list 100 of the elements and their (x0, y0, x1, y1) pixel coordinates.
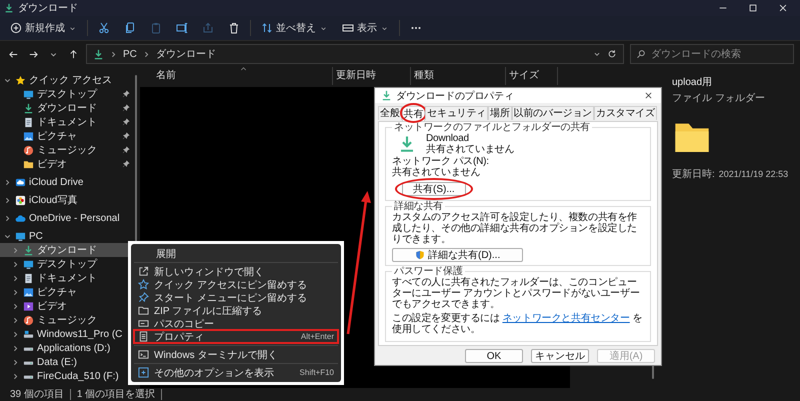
menu-item[interactable]: 新しいウィンドウで開く (134, 265, 338, 278)
terminal-icon (138, 349, 149, 360)
document-icon (138, 331, 149, 342)
scissors-icon (98, 22, 110, 34)
refresh-icon[interactable] (607, 49, 617, 59)
view-button[interactable]: 表示 (338, 18, 393, 38)
menu-item[interactable]: ZIP ファイルに圧縮する (134, 304, 338, 317)
field-label: ネットワーク パス(N): (392, 156, 490, 167)
chevron-right-icon[interactable] (3, 178, 12, 186)
trash-icon (228, 22, 240, 34)
drive-icon (23, 328, 34, 340)
chevron-right-icon[interactable] (11, 372, 20, 380)
external-link-icon (138, 266, 149, 277)
tab[interactable]: 以前のバージョン (512, 106, 594, 120)
download-icon (23, 102, 34, 114)
download-icon (381, 90, 392, 101)
plus-circle-icon (10, 22, 22, 34)
sort-button[interactable]: 並べ替え (257, 18, 332, 38)
new-button[interactable]: 新規作成 (6, 18, 81, 38)
sidebar-item[interactable]: OneDrive - Personal (0, 211, 134, 225)
selection-count: 1 個の項目を選択 (70, 389, 162, 400)
chevron-right-icon[interactable] (11, 316, 20, 324)
address-bar[interactable]: PC ダウンロード (86, 44, 624, 64)
share-status: 共有されていません (426, 144, 514, 155)
modified-date: 2021/11/19 22:53 (718, 169, 788, 179)
sidebar-item[interactable]: PC (0, 229, 134, 243)
column-header[interactable]: 更新日時 (333, 67, 411, 85)
download-icon (23, 244, 34, 256)
sidebar-item[interactable]: クイック アクセス (0, 73, 134, 87)
breadcrumb[interactable]: PC (123, 48, 137, 60)
breadcrumb[interactable]: ダウンロード (156, 47, 216, 61)
chevron-right-icon[interactable] (11, 344, 20, 352)
chevron-right-icon[interactable] (11, 260, 20, 268)
sidebar-item[interactable]: iCloud写真 (0, 193, 134, 207)
back-arrow-icon (8, 48, 18, 60)
chevron-right-icon[interactable] (11, 246, 20, 254)
share-button[interactable]: 共有(S)... (402, 182, 466, 196)
menu-item[interactable]: Windows ターミナルで開く (134, 348, 338, 361)
menu-item[interactable]: 展開 (134, 247, 338, 260)
share-icon (202, 22, 214, 34)
sidebar-item[interactable]: ピクチャ (0, 129, 134, 143)
shortcut-text: Shift+F10 (300, 368, 334, 377)
clipboard-icon (150, 22, 162, 34)
picture-icon (23, 130, 34, 142)
tab[interactable]: 場所 (488, 106, 512, 120)
chevron-right-icon[interactable] (3, 214, 12, 222)
network-center-link[interactable]: ネットワークと共有センター (502, 313, 630, 324)
instruction-text: この設定を変更するには ネットワークと共有センター を使用してください。 (392, 313, 644, 335)
download-icon (398, 135, 416, 153)
menu-item[interactable]: スタート メニューにピン留めする (134, 291, 338, 304)
pin-icon (138, 292, 149, 303)
sidebar-item[interactable]: ドキュメント (0, 115, 134, 129)
chevron-right-icon[interactable] (11, 274, 20, 282)
video-icon (23, 300, 34, 312)
chevron-right-icon[interactable] (3, 196, 12, 204)
download-icon (93, 48, 104, 60)
music-icon (23, 314, 34, 326)
up-arrow-icon (68, 48, 78, 60)
sidebar-item[interactable]: ミュージック (0, 143, 134, 157)
dialog-button[interactable]: OK (465, 349, 523, 363)
column-header[interactable]: 種類 (411, 67, 506, 85)
chevron-right-icon[interactable] (11, 288, 20, 296)
star-icon (138, 279, 149, 290)
tab[interactable]: 全般 (378, 106, 402, 120)
tab[interactable]: カスタマイズ (594, 106, 657, 120)
monitor-icon (23, 258, 34, 270)
menu-item[interactable]: パスのコピー (134, 317, 338, 330)
cloud-icon (15, 212, 26, 224)
menu-item[interactable]: その他のオプションを表示 Shift+F10 (134, 366, 338, 379)
sort-icon (261, 22, 273, 34)
close-icon (644, 91, 652, 100)
chevron-right-icon[interactable] (11, 330, 20, 338)
description-text: カスタムのアクセス許可を設定したり、複数の共有を作成したり、その他の詳細な共有のオプションを設定したりできます。 (392, 212, 638, 245)
forward-arrow-icon (28, 48, 38, 60)
document-icon (23, 272, 34, 284)
shortcut-text: Alt+Enter (300, 332, 334, 341)
sidebar-item[interactable]: iCloud Drive (0, 175, 134, 189)
chevron-right-icon[interactable] (11, 358, 20, 366)
monitor-icon (15, 230, 26, 242)
file-type: ファイル フォルダー (672, 92, 766, 105)
sidebar-item[interactable]: デスクトップ (0, 87, 134, 101)
maximize-icon (748, 3, 758, 13)
menu-item[interactable]: クイック アクセスにピン留めする (134, 278, 338, 291)
sidebar-item[interactable]: ダウンロード (0, 101, 134, 115)
advanced-sharing-button[interactable]: 詳細な共有(D)... (392, 248, 524, 262)
folder-icon (138, 305, 149, 316)
search-field[interactable]: ダウンロードの検索 (630, 44, 794, 64)
chevron-right-icon[interactable] (11, 302, 20, 310)
star-icon (15, 74, 26, 86)
music-icon (23, 144, 34, 156)
close-icon (778, 3, 788, 13)
picture-icon (23, 286, 34, 298)
column-header[interactable]: サイズ (506, 67, 558, 85)
dialog-title: ダウンロードのプロパティ (396, 90, 514, 102)
column-header[interactable]: 名前 (153, 67, 333, 85)
shield-icon (415, 250, 425, 260)
dialog-button[interactable]: キャンセル (531, 349, 589, 363)
menu-item[interactable]: プロパティ Alt+Enter (134, 330, 338, 343)
tab[interactable]: セキュリティ (425, 106, 488, 120)
sidebar-item[interactable]: ビデオ (0, 157, 134, 171)
